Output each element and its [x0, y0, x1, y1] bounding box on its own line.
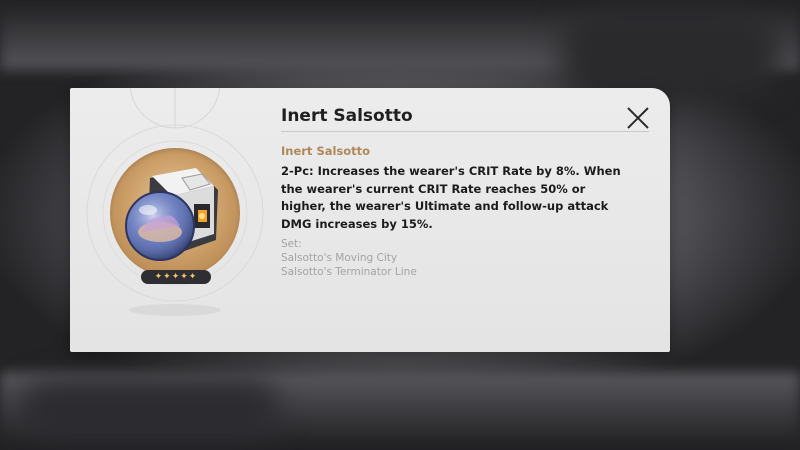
dialog-title: Inert Salsotto [281, 106, 413, 126]
relic-info-dialog: ✦✦✦✦✦ Inert Salsotto Inert Salsotto 2-Pc… [70, 88, 670, 352]
rarity-stars: ✦✦✦✦✦ [141, 270, 211, 284]
set-item[interactable]: Salsotto's Moving City [281, 251, 621, 265]
title-divider [281, 131, 649, 132]
relic-portrait [110, 148, 240, 278]
close-button[interactable] [625, 105, 651, 131]
relic-name-label: Inert Salsotto [281, 144, 371, 158]
set-list: Set: Salsotto's Moving City Salsotto's T… [281, 237, 621, 279]
set-label: Set: [281, 238, 302, 250]
close-icon [627, 107, 649, 129]
blurred-shape [20, 380, 280, 440]
set-bonus-description: 2-Pc: Increases the wearer's CRIT Rate b… [281, 164, 621, 231]
set-item[interactable]: Salsotto's Terminator Line [281, 265, 621, 279]
blurred-shape [560, 10, 780, 100]
relic-sphere-icon [125, 168, 218, 261]
